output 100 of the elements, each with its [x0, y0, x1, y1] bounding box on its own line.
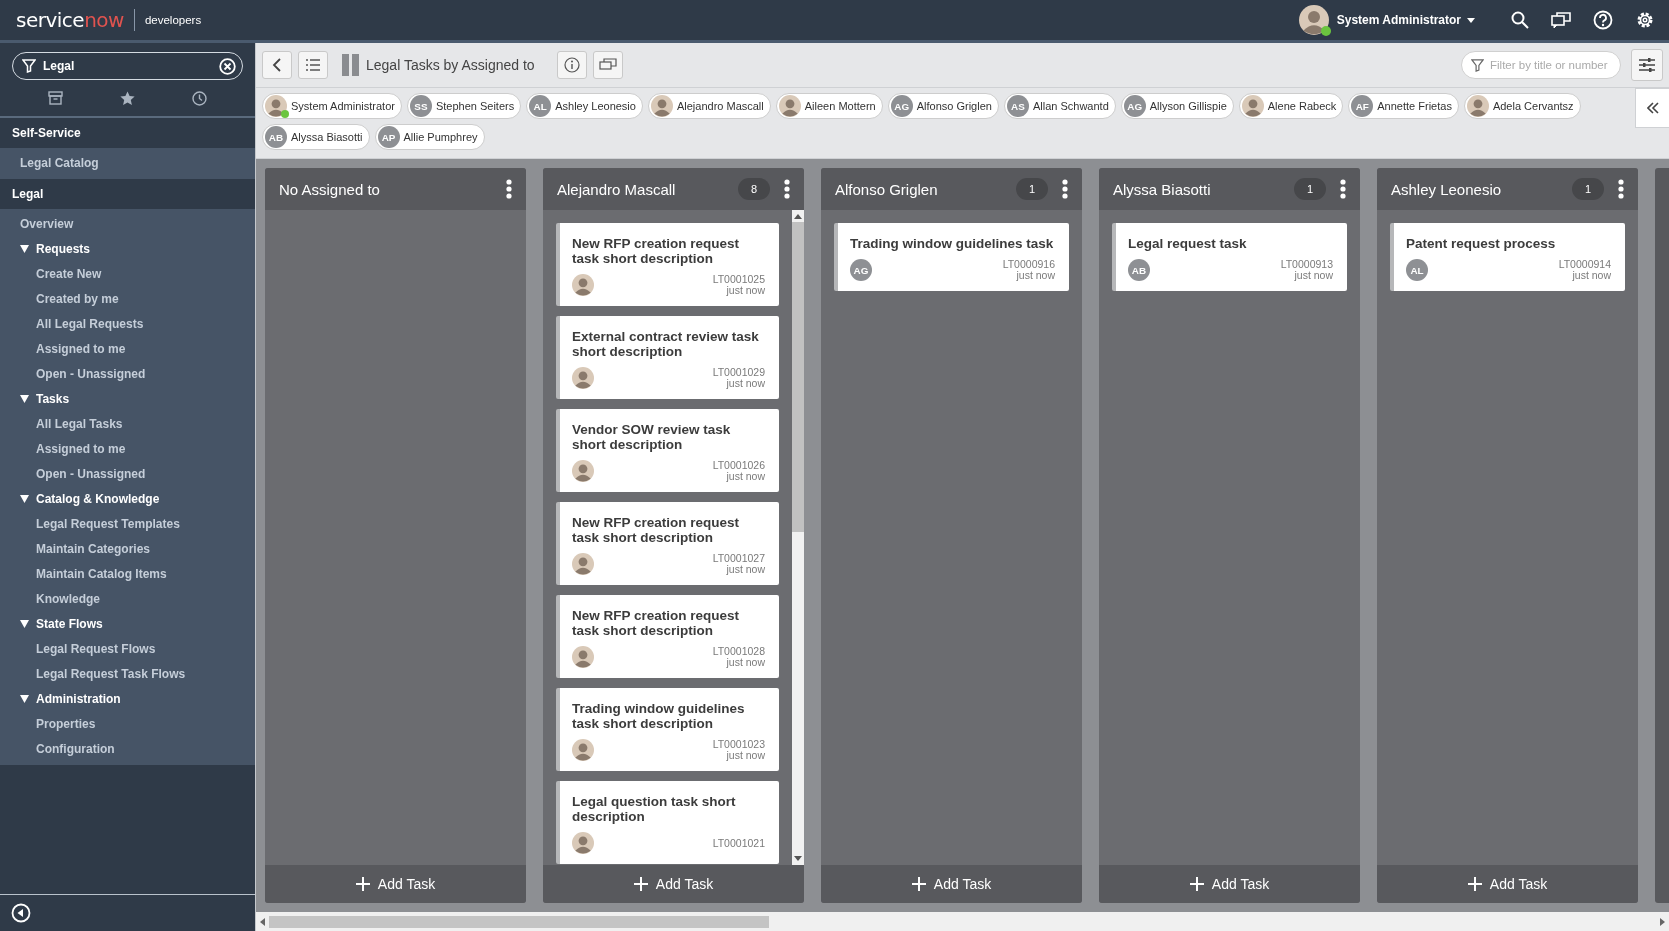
person-chip[interactable]: AG Alfonso Griglen	[887, 93, 999, 119]
nav-item[interactable]: Properties	[36, 716, 96, 731]
add-task-button[interactable]: Add Task	[543, 865, 804, 903]
expand-caret-icon[interactable]	[20, 394, 29, 403]
expand-caret-icon[interactable]	[20, 244, 29, 253]
task-card[interactable]: Trading window guidelines task AG LT0000916 just now	[834, 223, 1069, 291]
person-chip[interactable]: AG Allyson Gillispie	[1120, 93, 1234, 119]
list-button[interactable]	[298, 51, 328, 79]
nav-item[interactable]: Assigned to me	[36, 341, 126, 356]
product-name: developers	[144, 14, 202, 26]
navigator-filter[interactable]: Legal	[12, 52, 243, 80]
scrollbar[interactable]	[792, 210, 804, 865]
caret-icon	[1467, 17, 1475, 23]
nav-group[interactable]: State Flows	[36, 616, 103, 631]
initials-avatar: AG	[1123, 95, 1146, 117]
nav-item[interactable]: Legal Request Task Flows	[36, 666, 186, 681]
clock-icon[interactable]	[191, 90, 207, 106]
more-icon[interactable]	[1618, 179, 1624, 199]
person-chip[interactable]: Alene Rabeck	[1238, 93, 1344, 119]
chat-button[interactable]	[592, 51, 623, 79]
nav-group[interactable]: Requests	[36, 241, 91, 256]
user-menu[interactable]: System Administrator	[1334, 11, 1477, 29]
nav-group[interactable]: Tasks	[36, 391, 70, 406]
user-avatar	[572, 832, 594, 854]
person-chip[interactable]: Adela Cervantsz	[1463, 93, 1581, 119]
expand-caret-icon[interactable]	[20, 494, 29, 503]
scroll-left-icon[interactable]	[260, 917, 265, 926]
add-task-button[interactable]: Add Task	[1099, 865, 1360, 903]
nav-item[interactable]: Overview	[20, 216, 74, 231]
scroll-up-icon[interactable]	[794, 214, 802, 219]
nav-group[interactable]: Catalog & Knowledge	[36, 491, 160, 506]
add-task-button[interactable]: Add Task	[265, 865, 526, 903]
task-card[interactable]: Legal question task short description LT0001021	[556, 781, 779, 864]
scroll-down-icon[interactable]	[794, 856, 802, 861]
task-card[interactable]: External contract review task short description LT0001029 just now	[556, 316, 779, 399]
person-chip[interactable]: AB Alyssa Biasotti	[262, 124, 370, 150]
back-icon[interactable]	[11, 903, 31, 923]
count-badge: 1	[1572, 178, 1604, 200]
add-task-button[interactable]: Add Task	[1377, 865, 1638, 903]
settings-icon[interactable]	[1635, 10, 1655, 30]
task-title: New RFP creation request task short description	[572, 236, 741, 266]
count-badge: 1	[1294, 178, 1326, 200]
section-title[interactable]: Self-Service	[0, 118, 255, 148]
scrollbar[interactable]	[256, 912, 1669, 931]
nav-item[interactable]: All Legal Tasks	[36, 416, 123, 431]
nav-item[interactable]: Open - Unassigned	[36, 466, 146, 481]
task-card[interactable]: Legal request task AB LT0000913 just now	[1112, 223, 1347, 291]
task-card[interactable]: New RFP creation request task short description LT0001027 just now	[556, 502, 779, 585]
help-icon[interactable]	[1593, 10, 1613, 30]
column-title: No Assigned to	[279, 180, 381, 198]
task-card[interactable]: New RFP creation request task short description LT0001028 just now	[556, 595, 779, 678]
expand-caret-icon[interactable]	[20, 619, 29, 628]
plus-icon	[1189, 877, 1204, 891]
filter-field[interactable]: Filter by title or number	[1461, 51, 1621, 79]
task-card[interactable]: Vendor SOW review task short description LT0001026 just now	[556, 409, 779, 492]
clear-icon[interactable]	[219, 57, 236, 75]
star-icon[interactable]	[120, 90, 135, 106]
task-title: New RFP creation request task short description	[572, 608, 741, 638]
expand-caret-icon[interactable]	[20, 694, 29, 703]
user-avatar	[650, 95, 673, 117]
more-icon[interactable]	[784, 179, 790, 199]
section-title[interactable]: Legal	[0, 179, 255, 209]
collapse-button[interactable]	[1635, 88, 1669, 128]
person-chip[interactable]: AL Ashley Leonesio	[526, 93, 643, 119]
task-number: LT0000916	[1002, 259, 1055, 270]
task-card[interactable]: Trading window guidelines task short description LT0001023 just now	[556, 688, 779, 771]
logo[interactable]: servicenow	[16, 8, 124, 32]
task-card[interactable]: New RFP creation request task short description LT0001025 just now	[556, 223, 779, 306]
task-card[interactable]: Patent request process AL LT0000914 just now	[1390, 223, 1625, 291]
person-chip[interactable]: AP Allie Pumphrey	[374, 124, 485, 150]
nav-item[interactable]: Create New	[36, 266, 102, 281]
add-task-button[interactable]: Add Task	[821, 865, 1082, 903]
person-chip[interactable]: AS Allan Schwantd	[1003, 93, 1116, 119]
person-chip[interactable]: AF Annette Frietas	[1348, 93, 1459, 119]
nav-item[interactable]: Maintain Categories	[36, 541, 151, 556]
more-icon[interactable]	[1062, 179, 1068, 199]
nav-item[interactable]: Knowledge	[36, 591, 100, 606]
archive-icon[interactable]	[48, 91, 64, 105]
settings-button[interactable]	[1631, 49, 1663, 81]
search-icon[interactable]	[1511, 11, 1529, 29]
scroll-right-icon[interactable]	[1660, 917, 1665, 926]
info-button[interactable]	[556, 51, 587, 79]
nav-item[interactable]: Maintain Catalog Items	[36, 566, 167, 581]
nav-item[interactable]: Assigned to me	[36, 441, 126, 456]
nav-item[interactable]: Legal Request Flows	[36, 641, 156, 656]
nav-item[interactable]: Created by me	[36, 291, 119, 306]
person-chip[interactable]: System Administrator	[262, 93, 402, 119]
nav-item[interactable]: All Legal Requests	[36, 316, 144, 331]
person-chip[interactable]: Alejandro Mascall	[647, 93, 771, 119]
person-chip[interactable]: SS Stephen Seiters	[406, 93, 522, 119]
nav-item[interactable]: Legal Request Templates	[36, 516, 180, 531]
person-chip[interactable]: Aileen Mottern	[775, 93, 883, 119]
back-button[interactable]	[262, 51, 292, 79]
nav-group[interactable]: Administration	[36, 691, 121, 706]
nav-item[interactable]: Configuration	[36, 741, 115, 756]
nav-item[interactable]: Legal Catalog	[20, 155, 99, 170]
chat-icon[interactable]	[1551, 11, 1571, 29]
nav-item[interactable]: Open - Unassigned	[36, 366, 146, 381]
more-icon[interactable]	[1340, 179, 1346, 199]
more-icon[interactable]	[506, 179, 512, 199]
